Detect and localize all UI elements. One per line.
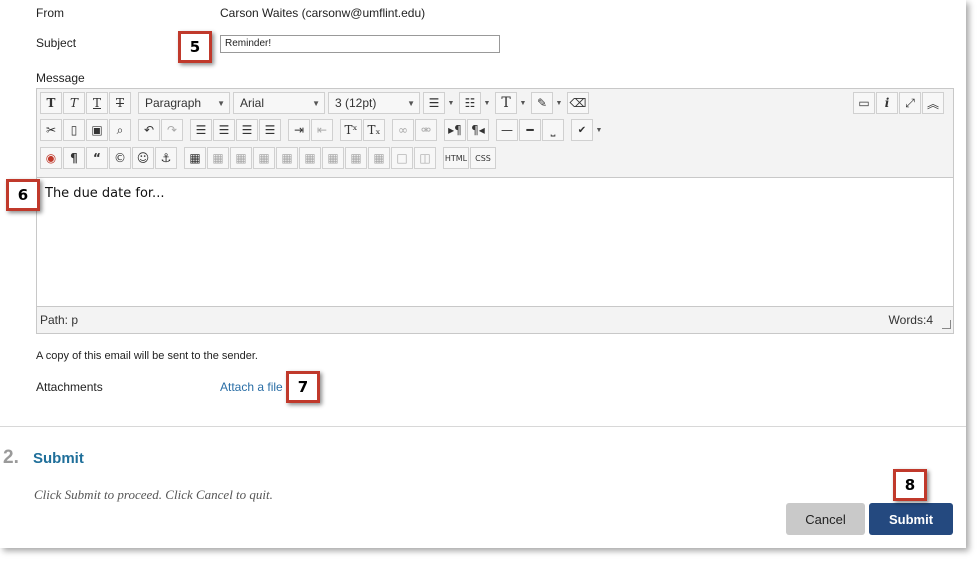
media-icon[interactable]: ◉ [40, 147, 62, 169]
from-value: Carson Waites (carsonw@umflint.edu) [220, 6, 426, 20]
font-select[interactable]: Arial ▼ [233, 92, 325, 114]
delete-row-icon[interactable]: ▦ [299, 147, 321, 169]
toolbar-row-1: T T T T Paragraph ▼ Arial ▼ 3 (12pt) ▼ ☰ ▼ … [40, 92, 590, 114]
size-select-value: 3 (12pt) [335, 96, 377, 110]
preview-icon[interactable]: ▭ [853, 92, 875, 114]
html-source-button[interactable]: HTML [443, 147, 469, 169]
toolbar-right: ▭ i ⤢ ︽ [853, 92, 945, 114]
align-center-icon[interactable]: ☰ [213, 119, 235, 141]
attach-file-link[interactable]: Attach a file [220, 380, 283, 394]
redo-icon[interactable]: ↷ [161, 119, 183, 141]
compose-email-panel: From Carson Waites (carsonw@umflint.edu)… [0, 0, 966, 548]
superscript-icon[interactable]: Tˣ [340, 119, 362, 141]
resize-handle-icon[interactable] [942, 320, 951, 329]
section-title: Submit [33, 450, 84, 467]
chevron-down-icon: ▼ [312, 98, 320, 108]
rich-text-editor: T T T T Paragraph ▼ Arial ▼ 3 (12pt) ▼ ☰ ▼ … [36, 88, 954, 334]
callout-badge: 7 [286, 371, 320, 403]
nonbreaking-space-icon[interactable]: ⎵ [542, 119, 564, 141]
chevron-down-icon[interactable]: ▼ [594, 119, 604, 141]
delete-col-icon[interactable]: ▦ [368, 147, 390, 169]
text-color-icon[interactable]: T [495, 92, 517, 114]
find-icon[interactable]: ⌕ [109, 119, 131, 141]
chevron-down-icon[interactable]: ▼ [482, 92, 492, 114]
copyright-icon[interactable]: © [109, 147, 131, 169]
chevron-down-icon[interactable]: ▼ [446, 92, 456, 114]
insert-row-after-icon[interactable]: ▦ [276, 147, 298, 169]
from-label: From [36, 6, 64, 20]
align-right-icon[interactable]: ☰ [236, 119, 258, 141]
insert-col-before-icon[interactable]: ▦ [322, 147, 344, 169]
bold-icon[interactable]: T [40, 92, 62, 114]
eraser-icon[interactable]: ⌫ [567, 92, 589, 114]
chevron-down-icon[interactable]: ▼ [554, 92, 564, 114]
callout-badge: 8 [893, 469, 927, 501]
rtl-icon[interactable]: ¶◂ [467, 119, 489, 141]
table-cell-props-icon[interactable]: ▦ [230, 147, 252, 169]
callout-badge: 6 [6, 179, 40, 211]
section-description: Click Submit to proceed. Click Cancel to… [34, 487, 273, 502]
split-cells-icon[interactable]: ◫ [414, 147, 436, 169]
cancel-button[interactable]: Cancel [786, 503, 865, 535]
subscript-icon[interactable]: Tₓ [363, 119, 385, 141]
message-label: Message [36, 71, 85, 85]
thick-rule-icon[interactable]: ━ [519, 119, 541, 141]
align-left-icon[interactable]: ☰ [190, 119, 212, 141]
bullet-list-icon[interactable]: ☰ [423, 92, 445, 114]
insert-col-after-icon[interactable]: ▦ [345, 147, 367, 169]
link-icon[interactable]: ∞ [392, 119, 414, 141]
toolbar-row-2: ✂ ▯ ▣ ⌕ ↶ ↷ ☰ ☰ ☰ ☰ ⇥ ⇤ Tˣ Tₓ ∞ ⚮ ▸¶ ¶◂ … [40, 119, 607, 141]
paragraph-select[interactable]: Paragraph ▼ [138, 92, 230, 114]
chevron-down-icon: ▼ [217, 98, 225, 108]
element-path: Path: p [40, 313, 79, 327]
css-button[interactable]: CSS [470, 147, 496, 169]
fullscreen-icon[interactable]: ⤢ [899, 92, 921, 114]
emoticon-icon[interactable]: ☺ [132, 147, 154, 169]
undo-icon[interactable]: ↶ [138, 119, 160, 141]
chevron-down-icon: ▼ [407, 98, 415, 108]
merge-cells-icon[interactable]: □ [391, 147, 413, 169]
table-row-props-icon[interactable]: ▦ [207, 147, 229, 169]
ltr-icon[interactable]: ▸¶ [444, 119, 466, 141]
attachments-label: Attachments [36, 380, 103, 394]
font-select-value: Arial [240, 96, 265, 110]
horizontal-rule-icon[interactable]: — [496, 119, 518, 141]
cut-icon[interactable]: ✂ [40, 119, 62, 141]
underline-icon[interactable]: T [86, 92, 108, 114]
message-body[interactable]: The due date for... [37, 177, 953, 307]
highlight-icon[interactable]: ✎ [531, 92, 553, 114]
callout-badge: 5 [178, 31, 212, 63]
info-icon[interactable]: i [876, 92, 898, 114]
copy-icon[interactable]: ▯ [63, 119, 85, 141]
step-number: 2. [3, 447, 19, 468]
spellcheck-icon[interactable]: ✔ [571, 119, 593, 141]
blockquote-icon[interactable]: “ [86, 147, 108, 169]
outdent-icon[interactable]: ⇤ [311, 119, 333, 141]
subject-label: Subject [36, 36, 77, 50]
paste-icon[interactable]: ▣ [86, 119, 108, 141]
section-divider [0, 426, 966, 427]
subject-input[interactable]: Reminder! [220, 35, 500, 53]
chevron-down-icon[interactable]: ▼ [518, 92, 528, 114]
italic-icon[interactable]: T [63, 92, 85, 114]
paragraph-mark-icon[interactable]: ¶ [63, 147, 85, 169]
word-count: Words:4 [888, 313, 933, 327]
toolbar-row-3: ◉ ¶ “ © ☺ ⚓ ▦ ▦ ▦ ▦ ▦ ▦ ▦ ▦ ▦ □ ◫ HTML C… [40, 147, 497, 169]
message-text: The due date for... [45, 186, 165, 201]
unlink-icon[interactable]: ⚮ [415, 119, 437, 141]
copy-notice: A copy of this email will be sent to the… [36, 350, 258, 362]
paragraph-select-value: Paragraph [145, 96, 202, 110]
size-select[interactable]: 3 (12pt) ▼ [328, 92, 420, 114]
submit-button[interactable]: Submit [869, 503, 953, 535]
justify-icon[interactable]: ☰ [259, 119, 281, 141]
indent-icon[interactable]: ⇥ [288, 119, 310, 141]
strikethrough-icon[interactable]: T [109, 92, 131, 114]
numbered-list-icon[interactable]: ☷ [459, 92, 481, 114]
table-icon[interactable]: ▦ [184, 147, 206, 169]
anchor-icon[interactable]: ⚓ [155, 147, 177, 169]
editor-status-bar: Path: p Words:4 [37, 309, 953, 331]
insert-row-before-icon[interactable]: ▦ [253, 147, 275, 169]
collapse-icon[interactable]: ︽ [922, 92, 944, 114]
